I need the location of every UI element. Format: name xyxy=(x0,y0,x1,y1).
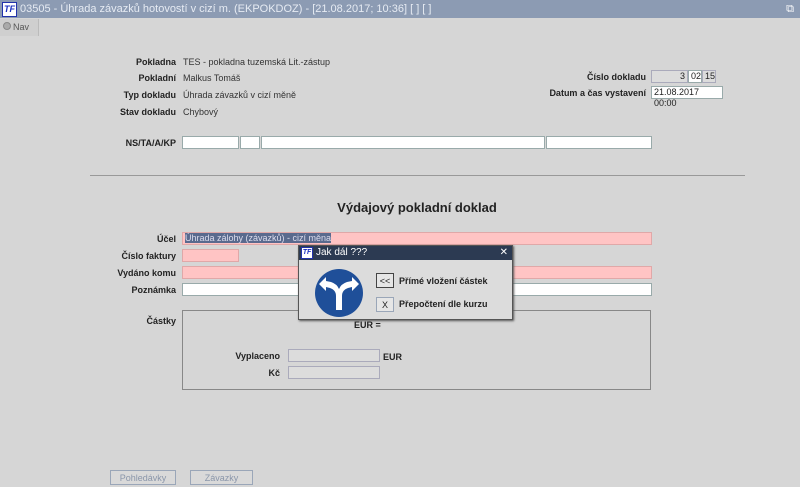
ta-input[interactable] xyxy=(240,136,260,149)
dialog-logo: TF xyxy=(301,247,313,259)
cislo-part3: 15 xyxy=(702,70,716,83)
pokladna-value: TES - pokladna tuzemská Lit.-zástup xyxy=(183,57,331,67)
castky-box xyxy=(182,310,651,390)
kp-input[interactable] xyxy=(546,136,652,149)
dialog-title-bar: TF Jak dál ??? ✕ xyxy=(299,246,512,260)
eur-label: EUR xyxy=(383,352,403,362)
pokladni-value: Malkus Tomáš xyxy=(183,73,241,83)
zavazky-button[interactable]: Závazky xyxy=(190,470,253,485)
castky-label: Částky xyxy=(146,316,176,326)
faktura-input[interactable] xyxy=(182,249,239,262)
stav-value: Chybový xyxy=(183,107,219,117)
kc-label: Kč xyxy=(268,368,280,378)
datum-label: Datum a čas vystavení xyxy=(549,88,646,98)
ucel-label: Účel xyxy=(156,234,176,244)
form-heading: Výdajový pokladní doklad xyxy=(337,200,497,215)
vyplaceno-label: Vyplaceno xyxy=(235,351,280,361)
restore-icon[interactable]: ⧉ xyxy=(786,0,794,18)
window-title: 03505 - Úhrada závazků hotovostí v cizí … xyxy=(20,3,432,15)
separator xyxy=(90,175,745,176)
ucel-input[interactable]: Úhrada zálohy (závazků) - cizí měna xyxy=(182,232,652,245)
stav-label: Stav dokladu xyxy=(119,107,176,117)
vydano-label: Vydáno komu xyxy=(117,268,176,278)
nav-label: Nav xyxy=(13,22,30,32)
cislo-part2[interactable]: 02 xyxy=(688,70,702,83)
faktura-label: Číslo faktury xyxy=(121,251,176,261)
app-logo: TF xyxy=(2,2,17,17)
vyplaceno-input xyxy=(288,349,380,362)
kc-input xyxy=(288,366,380,379)
ns-label: NS/TA/A/KP xyxy=(125,138,176,148)
cislo-part1: 3 xyxy=(651,70,688,83)
direction-sign-icon xyxy=(315,269,363,317)
typ-value: Úhrada závazků v cizí měně xyxy=(183,90,297,100)
recalc-button[interactable]: X xyxy=(376,297,394,312)
poznamka-label: Poznámka xyxy=(131,285,176,295)
nav-tab[interactable]: Nav xyxy=(0,19,39,36)
ns-input[interactable] xyxy=(182,136,239,149)
recalc-label: Přepočtení dle kurzu xyxy=(399,299,488,309)
radio-icon xyxy=(3,22,11,30)
a-input[interactable] xyxy=(261,136,545,149)
typ-label: Typ dokladu xyxy=(123,90,176,100)
pokladni-label: Pokladní xyxy=(138,73,176,83)
ucel-value: Úhrada zálohy (závazků) - cizí měna xyxy=(185,233,332,243)
datum-input[interactable]: 21.08.2017 00:00 xyxy=(651,86,723,108)
dialog: TF Jak dál ??? ✕ << Přímé vložení částek … xyxy=(298,245,513,320)
direct-entry-label: Přímé vložení částek xyxy=(399,276,488,286)
pohledavky-button[interactable]: Pohledávky xyxy=(110,470,176,485)
direct-entry-button[interactable]: << xyxy=(376,273,394,288)
title-bar: TF 03505 - Úhrada závazků hotovostí v ciz… xyxy=(0,0,800,18)
eur-eq-label: EUR = xyxy=(354,320,381,330)
cislo-label: Číslo dokladu xyxy=(586,72,646,82)
close-icon[interactable]: ✕ xyxy=(500,246,508,260)
pokladna-label: Pokladna xyxy=(135,57,176,67)
dialog-title: Jak dál ??? xyxy=(316,247,368,258)
